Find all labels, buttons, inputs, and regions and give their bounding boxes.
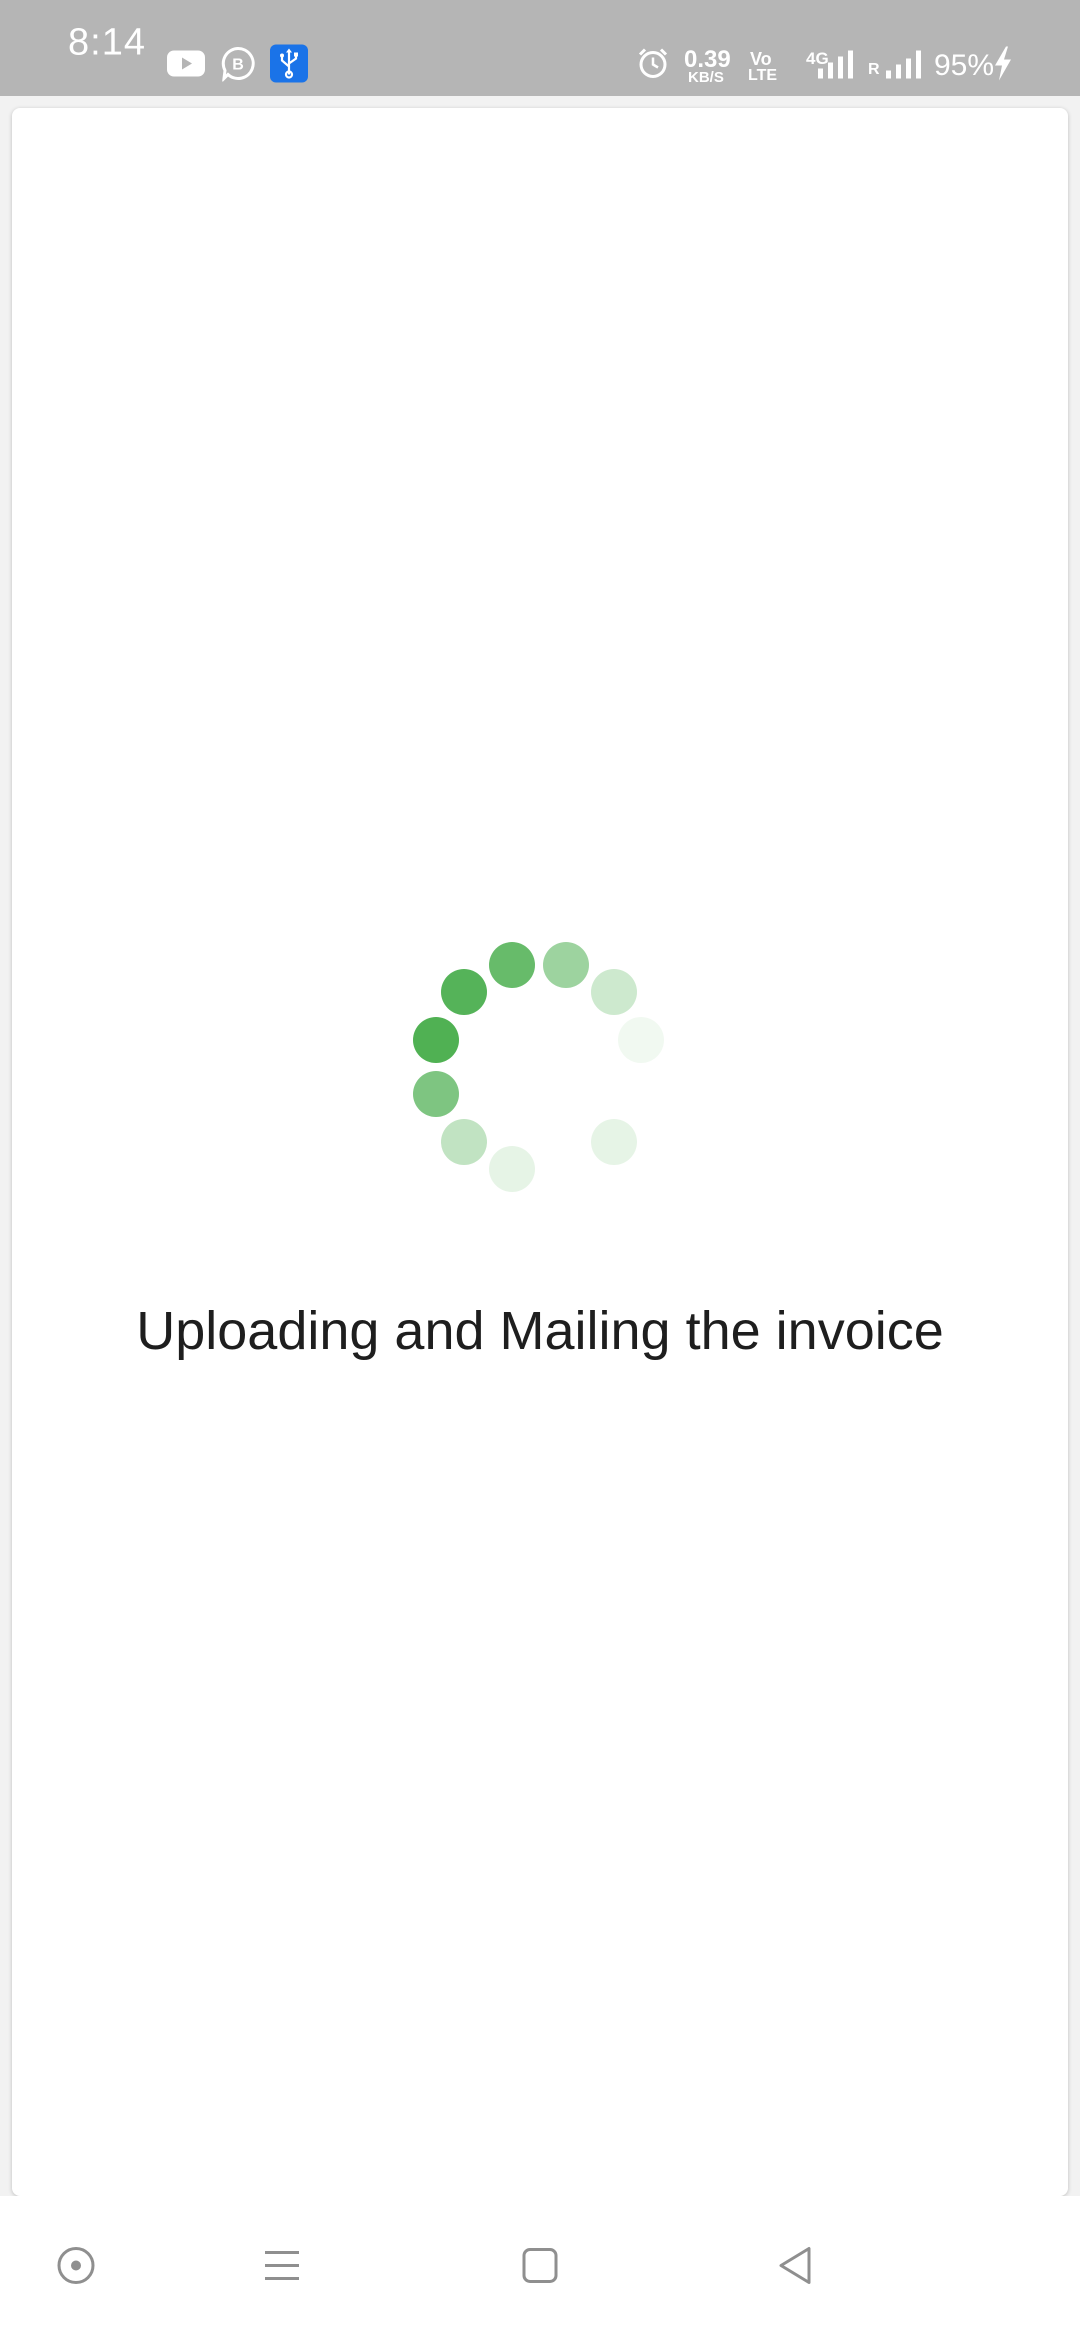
battery-percent: 95% <box>934 49 995 82</box>
svg-text:B: B <box>232 57 244 74</box>
status-time: 8:14 <box>68 21 146 64</box>
youtube-icon <box>166 49 206 84</box>
loading-message: Uploading and Mailing the invoice <box>136 1301 944 1361</box>
b-notification-icon: B <box>220 46 256 87</box>
net-speed-unit: KB/S <box>688 69 724 86</box>
navigation-bar <box>0 2196 1080 2340</box>
assistant-icon <box>57 2247 95 2284</box>
recents-button[interactable] <box>261 2245 303 2292</box>
assistant-button[interactable] <box>55 2245 97 2292</box>
signal-2-icon <box>884 47 928 86</box>
back-triangle-icon <box>779 2247 811 2284</box>
volte-bottom: LTE <box>748 67 778 84</box>
battery-charging-icon <box>992 46 1014 87</box>
home-square-icon <box>522 2248 558 2283</box>
loading-card <box>12 108 1068 2196</box>
menu-icon <box>265 2251 299 2280</box>
usb-icon <box>270 44 308 88</box>
back-button[interactable] <box>775 2245 817 2292</box>
volte-top: Vo <box>750 49 772 69</box>
alarm-icon <box>636 47 670 86</box>
signal-icon <box>814 47 858 86</box>
status-bar: 8:14 B 0.39 KB/S Vo LTE 4G R 95% <box>0 0 1080 96</box>
home-button[interactable] <box>519 2245 561 2292</box>
roaming-label: R <box>868 61 880 78</box>
